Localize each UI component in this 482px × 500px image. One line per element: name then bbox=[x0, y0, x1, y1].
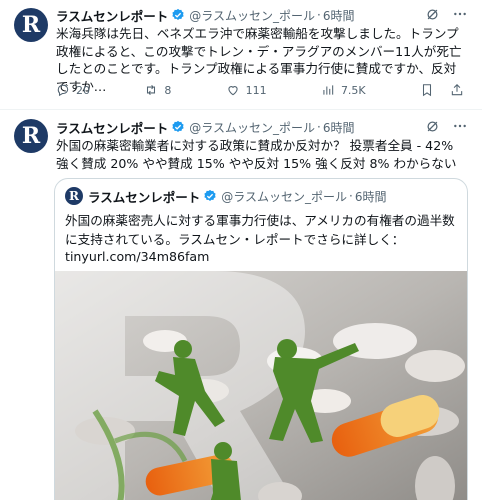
more-icon[interactable] bbox=[452, 118, 468, 138]
tweet-header: ラスムセンレポート @ラスムッセン_ポール · 6時間 bbox=[56, 118, 468, 136]
verified-badge-icon bbox=[172, 8, 184, 20]
reply-button[interactable]: 20 bbox=[56, 83, 90, 97]
quoted-tweet-card[interactable]: R ラスムセンレポート @ラスムッセン_ポール · 6時間 外国の麻薬密売人に対… bbox=[54, 178, 468, 500]
like-icon bbox=[228, 86, 238, 96]
separator-dot: · bbox=[317, 8, 321, 22]
like-count: 111 bbox=[245, 83, 267, 97]
tweet-actions: 20 8 111 7.5K bbox=[56, 81, 464, 99]
avatar[interactable]: R bbox=[14, 119, 48, 153]
quoted-tweet-link[interactable]: tinyurl.com/34m86fam bbox=[65, 249, 209, 264]
quoted-tweet-text: 外国の麻薬密売人に対する軍事力行使は、アメリカの有権者の過半数に支持されている。… bbox=[65, 213, 455, 247]
timestamp[interactable]: 6時間 bbox=[323, 119, 355, 136]
avatar[interactable]: R bbox=[14, 8, 48, 42]
quoted-tweet-header: R ラスムセンレポート @ラスムッセン_ポール · 6時間 bbox=[65, 187, 387, 205]
repost-icon bbox=[147, 84, 156, 96]
separator-dot: · bbox=[317, 120, 321, 134]
more-icon[interactable] bbox=[452, 6, 468, 26]
quoted-display-name: ラスムセンレポート bbox=[88, 189, 201, 205]
reply-count: 20 bbox=[76, 83, 90, 97]
bookmark-icon[interactable] bbox=[420, 83, 434, 97]
views-button[interactable]: 7.5K bbox=[321, 83, 366, 97]
like-button[interactable]: 111 bbox=[226, 83, 267, 97]
views-count: 7.5K bbox=[340, 83, 366, 97]
tweet-text: 外国の麻薬密輸業者に対する政策に賛成か反対か？ 投票者全員 - 42% 強く賛成… bbox=[56, 138, 457, 171]
reply-icon bbox=[57, 84, 69, 97]
pills-toy-soldiers-image bbox=[55, 271, 467, 500]
grok-icon[interactable] bbox=[425, 7, 440, 26]
handle[interactable]: @ラスムッセン_ポール bbox=[189, 119, 315, 136]
share-icon[interactable] bbox=[450, 83, 464, 97]
verified-badge-icon bbox=[204, 189, 216, 201]
grok-icon[interactable] bbox=[425, 119, 440, 138]
tweet-media-image[interactable] bbox=[55, 271, 467, 500]
tweet[interactable]: R ラスムセンレポート @ラスムッセン_ポール · 6時間 米海兵隊は先日、ベネ… bbox=[0, 0, 482, 110]
handle[interactable]: @ラスムッセン_ポール bbox=[189, 7, 315, 24]
quoted-avatar: R bbox=[65, 187, 83, 205]
tweet[interactable]: R ラスムセンレポート @ラスムッセン_ポール · 6時間 外国の麻薬密輸業者に… bbox=[0, 110, 482, 500]
display-name[interactable]: ラスムセンレポート bbox=[56, 118, 168, 137]
separator-dot: · bbox=[349, 189, 353, 203]
repost-count: 8 bbox=[164, 83, 172, 97]
repost-button[interactable]: 8 bbox=[144, 83, 171, 97]
quoted-handle: @ラスムッセン_ポール bbox=[221, 189, 348, 204]
verified-badge-icon bbox=[172, 120, 184, 132]
timestamp[interactable]: 6時間 bbox=[323, 7, 355, 24]
views-icon bbox=[323, 85, 334, 95]
display-name[interactable]: ラスムセンレポート bbox=[56, 6, 168, 25]
quoted-timestamp: 6時間 bbox=[354, 189, 387, 204]
tweet-header: ラスムセンレポート @ラスムッセン_ポール · 6時間 bbox=[56, 6, 468, 24]
